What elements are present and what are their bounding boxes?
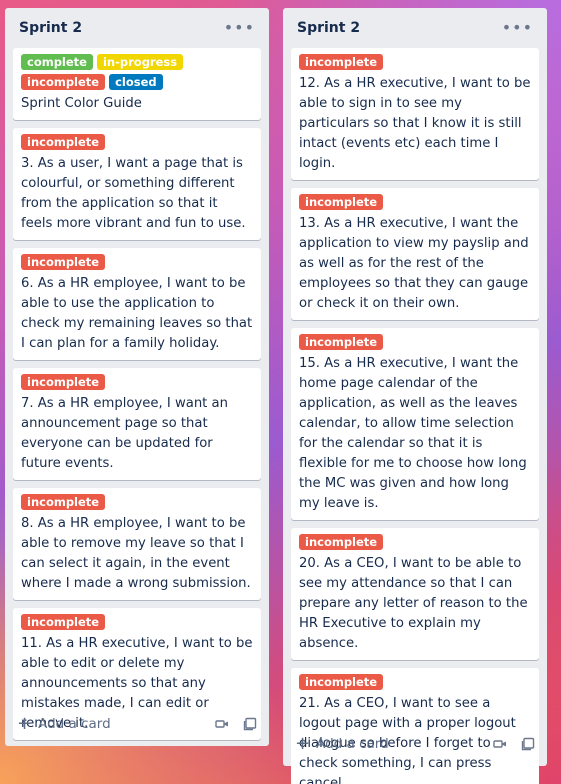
add-card-label: Add a card (316, 736, 389, 752)
card-title: Sprint Color Guide (21, 96, 142, 111)
label-closed[interactable]: closed (109, 74, 163, 90)
list-title[interactable]: Sprint 2 (297, 20, 360, 36)
list-sprint-2-right: Sprint 2 ••• incomplete 12. As a HR exec… (283, 8, 547, 784)
card-title: 3. As a user, I want a page that is colo… (21, 156, 246, 231)
card[interactable]: incomplete 12. As a HR executive, I want… (291, 48, 539, 180)
label-incomplete[interactable]: incomplete (21, 254, 106, 270)
label-incomplete[interactable]: incomplete (21, 74, 106, 90)
card-title: 8. As a HR employee, I want to be able t… (21, 516, 251, 591)
card-title: 12. As a HR executive, I want to be able… (299, 76, 531, 171)
card-template-icon[interactable] (243, 717, 257, 731)
card-title: 6. As a HR employee, I want to be able t… (21, 276, 253, 351)
video-camera-icon[interactable] (493, 737, 507, 751)
card-sprint-color-guide[interactable]: complete in-progress incomplete closed S… (13, 48, 261, 120)
video-camera-icon[interactable] (215, 717, 229, 731)
card[interactable]: incomplete 20. As a CEO, I want to be ab… (291, 528, 539, 660)
add-card-button[interactable]: + Add a card (13, 715, 215, 733)
card[interactable]: incomplete 15. As a HR executive, I want… (291, 328, 539, 520)
label-incomplete[interactable]: incomplete (299, 194, 384, 210)
list-header[interactable]: Sprint 2 ••• (13, 8, 261, 48)
label-in-progress[interactable]: in-progress (96, 54, 184, 70)
add-card-button[interactable]: + Add a card (291, 735, 493, 753)
card[interactable]: incomplete 6. As a HR employee, I want t… (13, 248, 261, 360)
card-template-icon[interactable] (521, 737, 535, 751)
card[interactable]: incomplete 7. As a HR employee, I want a… (13, 368, 261, 480)
list-header[interactable]: Sprint 2 ••• (291, 8, 539, 48)
card-title: 20. As a CEO, I want to be able to see m… (299, 556, 528, 651)
list-title[interactable]: Sprint 2 (19, 20, 82, 36)
list-sprint-2-left: Sprint 2 ••• complete in-progress incomp… (5, 8, 269, 746)
card-title: 15. As a HR executive, I want the home p… (299, 356, 527, 511)
label-incomplete[interactable]: incomplete (299, 54, 384, 70)
label-incomplete[interactable]: incomplete (21, 494, 106, 510)
card-title: 7. As a HR employee, I want an announcem… (21, 396, 228, 471)
plus-icon: + (295, 733, 311, 754)
card[interactable]: incomplete 8. As a HR employee, I want t… (13, 488, 261, 600)
card[interactable]: incomplete 13. As a HR executive, I want… (291, 188, 539, 320)
card[interactable]: incomplete 3. As a user, I want a page t… (13, 128, 261, 240)
label-incomplete[interactable]: incomplete (299, 674, 384, 690)
card-title: 13. As a HR executive, I want the applic… (299, 216, 529, 311)
label-complete[interactable]: complete (21, 54, 93, 70)
list-footer: + Add a card (13, 712, 261, 736)
label-incomplete[interactable]: incomplete (21, 374, 106, 390)
plus-icon: + (17, 713, 33, 734)
more-horizontal-icon[interactable]: ••• (502, 20, 533, 36)
label-incomplete[interactable]: incomplete (21, 134, 106, 150)
label-incomplete[interactable]: incomplete (21, 614, 106, 630)
card[interactable]: incomplete 21. As a CEO, I want to see a… (291, 668, 539, 784)
card-labels: complete in-progress incomplete closed (21, 54, 253, 90)
add-card-label: Add a card (38, 716, 111, 732)
more-horizontal-icon[interactable]: ••• (224, 20, 255, 36)
label-incomplete[interactable]: incomplete (299, 534, 384, 550)
list-footer: + Add a card (291, 732, 539, 756)
label-incomplete[interactable]: incomplete (299, 334, 384, 350)
